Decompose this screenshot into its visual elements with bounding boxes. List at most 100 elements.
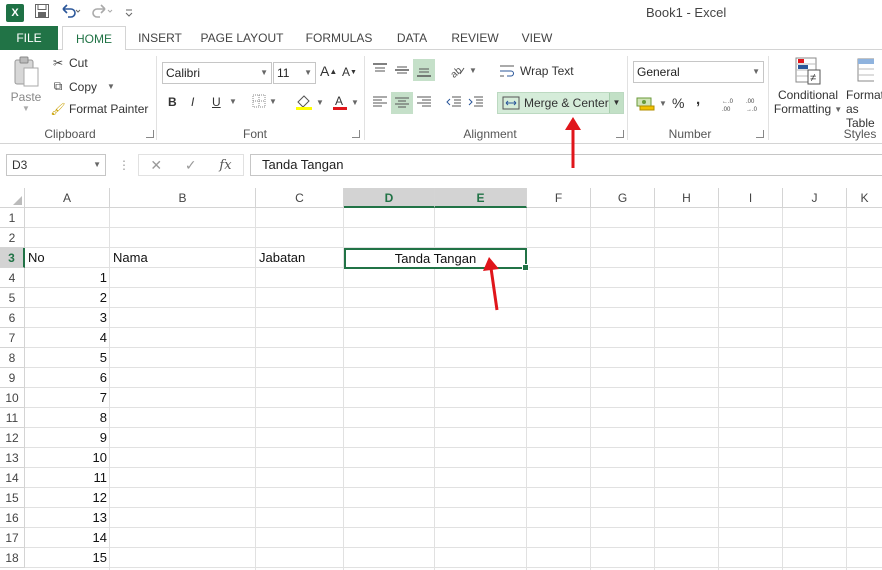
name-box[interactable]: D3 ▼ xyxy=(6,154,106,176)
row-header-12[interactable]: 12 xyxy=(0,428,25,448)
underline-button[interactable]: U xyxy=(212,95,221,109)
cell-c3[interactable]: Jabatan xyxy=(256,248,344,268)
bold-button[interactable]: B xyxy=(168,95,177,109)
accounting-format-button[interactable]: ▼ xyxy=(636,95,667,111)
tab-formulas[interactable]: FORMULAS xyxy=(300,26,378,50)
tab-review[interactable]: REVIEW xyxy=(446,26,504,50)
tab-home[interactable]: HOME xyxy=(62,26,126,51)
shrink-font-button[interactable]: A ▼ xyxy=(342,65,357,79)
cell-a5[interactable]: 2 xyxy=(25,288,110,308)
wrap-text-button[interactable]: Wrap Text xyxy=(498,63,574,79)
alignment-launcher-icon[interactable] xyxy=(616,130,624,138)
row-header-2[interactable]: 2 xyxy=(0,228,25,248)
cancel-entry-icon[interactable]: ✕ xyxy=(150,157,162,174)
cell-a7[interactable]: 4 xyxy=(25,328,110,348)
column-header-a[interactable]: A xyxy=(25,188,110,208)
cut-button[interactable]: ✂ Cut xyxy=(49,56,88,70)
row-header-5[interactable]: 5 xyxy=(0,288,25,308)
cell-a8[interactable]: 5 xyxy=(25,348,110,368)
font-color-button[interactable]: A ▼ xyxy=(332,93,359,111)
cell-a14[interactable]: 11 xyxy=(25,468,110,488)
row-header-4[interactable]: 4 xyxy=(0,268,25,288)
comma-style-button[interactable]: , xyxy=(696,91,700,108)
insert-function-icon[interactable]: fx xyxy=(219,158,231,173)
grow-font-button[interactable]: A ▲ xyxy=(320,63,337,79)
increase-indent-button[interactable] xyxy=(467,95,485,109)
bottom-align-button[interactable] xyxy=(413,59,435,81)
cell-a13[interactable]: 10 xyxy=(25,448,110,468)
cell-a6[interactable]: 3 xyxy=(25,308,110,328)
column-header-c[interactable]: C xyxy=(256,188,344,208)
row-header-17[interactable]: 17 xyxy=(0,528,25,548)
customize-toolbar-icon[interactable] xyxy=(124,4,134,22)
center-align-button[interactable] xyxy=(391,92,413,114)
select-all-button[interactable] xyxy=(0,188,25,208)
font-launcher-icon[interactable] xyxy=(352,130,360,138)
tab-data[interactable]: DATA xyxy=(388,26,436,50)
column-header-k[interactable]: K xyxy=(847,188,882,208)
number-format-select[interactable]: General ▼ xyxy=(633,61,764,83)
cell-a18[interactable]: 15 xyxy=(25,548,110,568)
row-header-13[interactable]: 13 xyxy=(0,448,25,468)
format-painter-button[interactable]: 🖌 Format Painter xyxy=(49,102,148,116)
cell-a17[interactable]: 14 xyxy=(25,528,110,548)
tab-insert[interactable]: INSERT xyxy=(132,26,188,50)
underline-dropdown[interactable]: ▼ xyxy=(226,97,237,106)
column-header-i[interactable]: I xyxy=(719,188,783,208)
row-header-3[interactable]: 3 xyxy=(0,248,25,268)
font-size-select[interactable]: 11 ▼ xyxy=(273,62,316,84)
align-right-button[interactable] xyxy=(415,95,433,109)
row-header-14[interactable]: 14 xyxy=(0,468,25,488)
tab-page-layout[interactable]: PAGE LAYOUT xyxy=(196,26,288,50)
column-header-d[interactable]: D xyxy=(344,188,435,208)
row-header-15[interactable]: 15 xyxy=(0,488,25,508)
borders-button[interactable]: ▼ xyxy=(252,94,277,108)
clipboard-launcher-icon[interactable] xyxy=(146,130,154,138)
increase-decimal-button[interactable]: ←.0.00 xyxy=(721,96,741,112)
decrease-indent-button[interactable] xyxy=(445,95,463,109)
cell-a4[interactable]: 1 xyxy=(25,268,110,288)
conditional-formatting-button[interactable]: ≠ Conditional Formatting ▼ xyxy=(774,56,842,116)
row-header-9[interactable]: 9 xyxy=(0,368,25,388)
cell-a9[interactable]: 6 xyxy=(25,368,110,388)
italic-button[interactable]: I xyxy=(191,95,194,109)
cell-a15[interactable]: 12 xyxy=(25,488,110,508)
row-header-8[interactable]: 8 xyxy=(0,348,25,368)
row-header-10[interactable]: 10 xyxy=(0,388,25,408)
cell-a11[interactable]: 8 xyxy=(25,408,110,428)
decrease-decimal-button[interactable]: .00 →.0 xyxy=(745,96,765,112)
top-align-button[interactable] xyxy=(371,62,389,78)
percent-style-button[interactable]: % xyxy=(672,95,684,111)
tab-view[interactable]: VIEW xyxy=(514,26,560,50)
column-header-g[interactable]: G xyxy=(591,188,655,208)
fill-color-button[interactable]: ▼ xyxy=(295,93,324,111)
row-header-16[interactable]: 16 xyxy=(0,508,25,528)
merge-center-dropdown[interactable]: ▼ xyxy=(609,93,623,113)
row-header-1[interactable]: 1 xyxy=(0,208,25,228)
undo-icon[interactable] xyxy=(60,3,82,23)
redo-icon[interactable] xyxy=(92,3,114,23)
format-as-table-button[interactable]: Format as Table xyxy=(846,56,882,130)
column-header-b[interactable]: B xyxy=(110,188,256,208)
row-header-18[interactable]: 18 xyxy=(0,548,25,568)
cell-a10[interactable]: 7 xyxy=(25,388,110,408)
middle-align-button[interactable] xyxy=(393,62,411,78)
cell-b3[interactable]: Nama xyxy=(110,248,256,268)
save-icon[interactable] xyxy=(34,3,50,23)
column-header-f[interactable]: F xyxy=(527,188,591,208)
font-name-select[interactable]: Calibri ▼ xyxy=(162,62,272,84)
paste-button[interactable]: Paste ▼ xyxy=(8,56,44,113)
align-left-button[interactable] xyxy=(371,95,389,109)
column-header-j[interactable]: J xyxy=(783,188,847,208)
orientation-button[interactable]: ab ▼ xyxy=(448,62,477,78)
row-header-11[interactable]: 11 xyxy=(0,408,25,428)
column-header-e[interactable]: E xyxy=(435,188,527,208)
formula-bar-resize-icon[interactable]: ⋮ xyxy=(118,158,130,172)
row-header-7[interactable]: 7 xyxy=(0,328,25,348)
number-launcher-icon[interactable] xyxy=(756,130,764,138)
cell-a3[interactable]: No xyxy=(25,248,110,268)
row-header-6[interactable]: 6 xyxy=(0,308,25,328)
confirm-entry-icon[interactable]: ✓ xyxy=(185,157,197,174)
merge-center-button[interactable]: Merge & Center ▼ xyxy=(497,92,624,114)
column-header-h[interactable]: H xyxy=(655,188,719,208)
